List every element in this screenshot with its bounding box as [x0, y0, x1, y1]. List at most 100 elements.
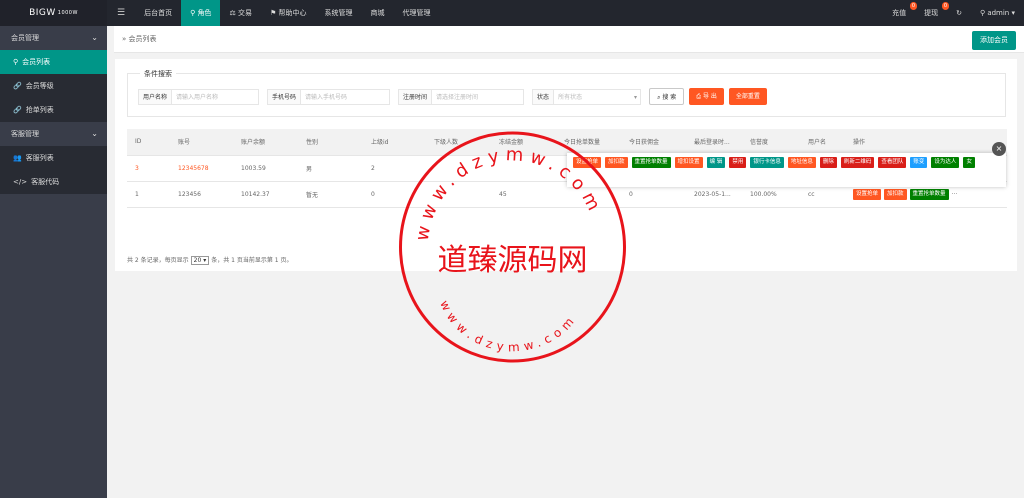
adjust-balance-button[interactable]: 加扣款 [884, 188, 907, 200]
col-last-login[interactable]: 最后登录时... [686, 129, 742, 156]
cell-gender: 男 [298, 155, 363, 182]
sidebar-item-member-list[interactable]: ⚲ 会员列表 [0, 50, 107, 74]
user-menu[interactable]: ⚲ admin ▾ [971, 0, 1024, 26]
nav-system-label: 系统管理 [324, 9, 353, 17]
col-username[interactable]: 用户名 [800, 129, 845, 156]
page-size-value: 20 [193, 257, 202, 264]
row-ops: 设置抢单 加扣款 重置抢单数量 ... [853, 188, 999, 200]
col-account[interactable]: 账号 [170, 129, 233, 156]
nav-agent[interactable]: 代理管理 [393, 0, 439, 26]
more-ops[interactable]: ... [952, 189, 958, 200]
nav-help[interactable]: ⚑ 帮助中心 [261, 0, 316, 26]
search-button[interactable]: ⌕ 搜 索 [649, 88, 685, 105]
col-credit[interactable]: 信誉度 [742, 129, 800, 156]
sidebar-group-label: 会员管理 [11, 34, 39, 42]
close-icon[interactable]: × [992, 142, 1006, 156]
reset-order-count-button[interactable]: 重置抢单数量 [909, 188, 949, 200]
nav-system[interactable]: 系统管理 [315, 0, 361, 26]
reset-button[interactable]: 全部重置 [728, 88, 767, 105]
sidebar-item-label: 客服代码 [31, 178, 60, 186]
nav-trade-label: 交易 [237, 9, 252, 17]
balance-change-button[interactable]: 账变 [910, 157, 928, 168]
ops-popup: 设置抢单 加扣款 重置抢单数量 增扣设置 编 辑 禁用 银行卡信息 地址信息 删… [567, 153, 1006, 187]
delete-button[interactable]: 删除 [819, 157, 837, 168]
chevron-down-icon: ⌄ [91, 33, 98, 42]
nav-shop-label: 商城 [370, 9, 385, 17]
cell-balance: 1003.59 [233, 155, 298, 182]
reset-order-count-button[interactable]: 重置抢单数量 [631, 157, 671, 168]
user-icon: ⚲ [13, 58, 19, 66]
nav-home[interactable]: 后台首页 [135, 0, 181, 26]
top-bar: BIGW 1000W ☰ 后台首页 ⚲ 角色 ⚖ 交易 ⚑ 帮助中心 系统管理 商… [0, 0, 1024, 26]
search-button-label: 搜 索 [662, 94, 677, 101]
export-icon: ⎙ [696, 93, 703, 100]
logo: BIGW 1000W [0, 0, 107, 26]
nav-help-label: 帮助中心 [278, 9, 307, 17]
chevron-down-icon: ▾ [1011, 9, 1015, 17]
breadcrumb-label: 会员列表 [128, 35, 157, 43]
status-select[interactable]: 所有状态 ▾ [554, 88, 642, 105]
sidebar-group-members[interactable]: 会员管理 ⌄ [0, 26, 107, 50]
stamp-center-text: 道臻源码网 [438, 243, 588, 278]
logo-sup: 1000W [57, 10, 78, 16]
set-expert-button[interactable]: 设为达人 [931, 157, 960, 168]
disable-button[interactable]: 禁用 [729, 157, 747, 168]
sidebar-item-label: 抢单列表 [25, 106, 54, 114]
link-icon: 🔗 [13, 106, 22, 114]
menu-toggle-icon[interactable]: ☰ [107, 0, 135, 26]
col-balance[interactable]: 账户余额 [233, 129, 298, 156]
refresh-qrcode-button[interactable]: 刷新二维码 [840, 157, 875, 168]
sidebar-item-service-list[interactable]: 👥 客服列表 [0, 146, 107, 170]
top-nav: ☰ 后台首页 ⚲ 角色 ⚖ 交易 ⚑ 帮助中心 系统管理 商城 代理管理 [107, 0, 439, 26]
cell-gender: 暂无 [298, 181, 363, 208]
phone-label: 手机号码 [267, 88, 302, 105]
cell-id: 3 [127, 155, 170, 182]
page-size-select[interactable]: 20 ▾ [190, 256, 210, 265]
cell-account: 123456 [170, 181, 233, 208]
scale-icon: ⚖ [229, 9, 238, 17]
export-button[interactable]: ⎙ 导 出 [689, 88, 724, 105]
sidebar-item-order-list[interactable]: 🔗 抢单列表 [0, 98, 107, 122]
status-label: 状态 [532, 88, 555, 105]
sidebar-group-label: 客服管理 [11, 130, 39, 138]
withdraw-link[interactable]: 提现 0 [915, 0, 950, 26]
edit-button[interactable]: 编 辑 [706, 157, 726, 168]
breadcrumb: » 会员列表 添加会员 [114, 26, 1024, 53]
link-icon: 🔗 [13, 82, 22, 90]
refresh-icon[interactable]: ↻ [947, 0, 971, 26]
status-value: 所有状态 [558, 93, 583, 101]
export-button-label: 导 出 [702, 93, 717, 100]
recharge-link[interactable]: 充值 0 [883, 0, 918, 26]
col-id[interactable]: ID [127, 129, 170, 156]
phone-input[interactable]: 请输入手机号码 [301, 88, 391, 105]
sidebar-item-member-level[interactable]: 🔗 会员等级 [0, 74, 107, 98]
col-today-comm[interactable]: 今日获佣金 [621, 129, 686, 156]
cell-id: 1 [127, 181, 170, 208]
set-order-button[interactable]: 设置抢单 [853, 188, 882, 200]
sidebar-group-service[interactable]: 客服管理 ⌄ [0, 122, 107, 146]
gender-female-button[interactable]: 女 [963, 157, 975, 168]
sidebar-item-service-code[interactable]: </> 客服代码 [0, 170, 107, 194]
search-legend: 条件搜索 [140, 69, 176, 79]
search-row: 用户名称 请输入用户名称 手机号码 请输入手机号码 注册时间 请选择注册时间 状… [138, 88, 772, 105]
username-input[interactable]: 请输入用户名称 [172, 88, 260, 105]
add-member-button[interactable]: 添加会员 [972, 31, 1016, 50]
pager-text-before: 共 2 条记录，每页显示 [127, 257, 189, 264]
withdraw-label: 提现 [924, 9, 939, 17]
watermark-stamp: www.dzymw.com 道臻源码网 www.dzymw.com [399, 131, 626, 363]
col-gender[interactable]: 性别 [298, 129, 363, 156]
view-team-button[interactable]: 查看团队 [878, 157, 907, 168]
bank-card-button[interactable]: 银行卡信息 [750, 157, 784, 168]
nav-trade[interactable]: ⚖ 交易 [220, 0, 261, 26]
cell-account: 12345678 [170, 155, 233, 182]
user-name: admin [987, 9, 1010, 17]
sidebar-item-label: 会员等级 [25, 82, 54, 90]
search-fieldset: 条件搜索 用户名称 请输入用户名称 手机号码 请输入手机号码 注册时间 请选择注… [127, 69, 1006, 117]
col-ops: 操作 [845, 129, 1007, 156]
regtime-input[interactable]: 请选择注册时间 [432, 88, 525, 105]
deduct-setting-button[interactable]: 增扣设置 [674, 157, 703, 168]
nav-role[interactable]: ⚲ 角色 [181, 0, 221, 26]
sidebar-item-label: 会员列表 [22, 58, 51, 66]
nav-shop[interactable]: 商城 [361, 0, 393, 26]
address-button[interactable]: 地址信息 [787, 157, 816, 168]
